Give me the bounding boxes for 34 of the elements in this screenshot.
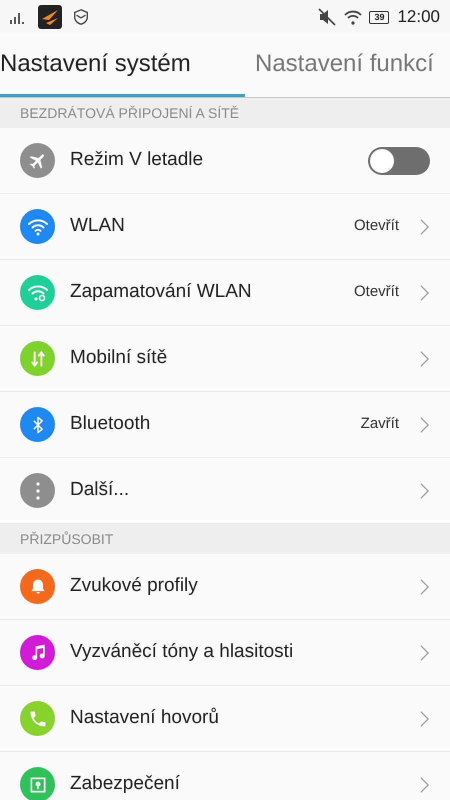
toggle-switch[interactable] bbox=[368, 146, 430, 174]
chevron-right-icon bbox=[419, 414, 430, 434]
row-label: Nastavení hovorů bbox=[70, 706, 220, 730]
tab[interactable]: Nastavení funkcí bbox=[245, 34, 434, 97]
chevron-right-icon bbox=[419, 642, 430, 662]
row-label: Zvukové profily bbox=[70, 574, 199, 598]
row-label: Zabezpečení bbox=[70, 772, 181, 796]
row-label: Další... bbox=[70, 478, 130, 502]
chevron-right-icon bbox=[419, 282, 430, 302]
row-label: WLAN bbox=[70, 214, 126, 238]
shield-square-icon bbox=[28, 774, 48, 794]
chevron-right-icon bbox=[419, 774, 430, 794]
muted-speaker-icon bbox=[317, 7, 338, 27]
chevron-right-icon bbox=[419, 480, 430, 500]
row-label: Vyzváněcí tóny a hlasitosti bbox=[70, 640, 294, 664]
chevron-right-icon bbox=[419, 576, 430, 596]
row-label: Zapamatování WLAN bbox=[70, 280, 253, 304]
shield-icon bbox=[72, 8, 90, 26]
row-value: Otevřít bbox=[354, 216, 399, 236]
row-label: Mobilní sítě bbox=[70, 346, 168, 370]
chevron-right-icon bbox=[419, 216, 430, 236]
row-value: Zavřít bbox=[360, 414, 399, 434]
row-label: Režim V letadle bbox=[70, 148, 204, 172]
section-header: BEZDRÁTOVÁ PŘIPOJENÍ A SÍTĚ bbox=[0, 98, 450, 128]
row-label: Bluetooth bbox=[70, 412, 152, 436]
app-logo-icon bbox=[38, 5, 62, 29]
chevron-right-icon bbox=[419, 348, 430, 368]
chevron-right-icon bbox=[419, 708, 430, 728]
phone-icon bbox=[28, 708, 48, 728]
battery-indicator: 39 bbox=[369, 10, 390, 24]
section-header: PŘIZPŮSOBIT bbox=[0, 524, 450, 554]
more-icon bbox=[36, 482, 40, 500]
row-value: Otevřít bbox=[354, 282, 399, 302]
clock: 12:00 bbox=[397, 6, 440, 28]
